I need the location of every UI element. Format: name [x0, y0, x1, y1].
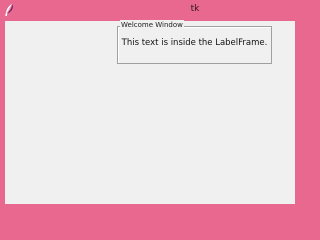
labelframe-title: Welcome Window: [120, 20, 184, 30]
title-bar[interactable]: tk: [0, 0, 300, 20]
window-content: Welcome Window This text is inside the L…: [5, 20, 295, 204]
labelframe-text: This text is inside the LabelFrame.: [121, 38, 268, 48]
window-title: tk: [190, 4, 200, 14]
app-window: tk Welcome Window This text is inside th…: [0, 0, 300, 210]
labelframe: Welcome Window This text is inside the L…: [117, 20, 272, 64]
